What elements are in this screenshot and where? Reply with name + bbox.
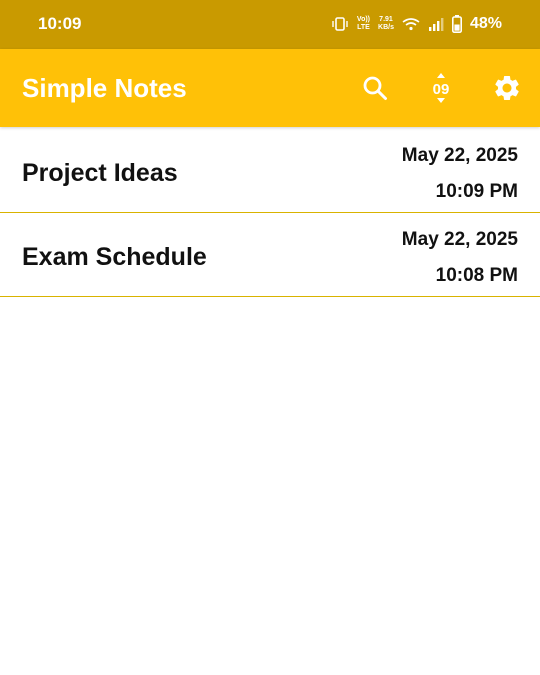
battery-icon (451, 15, 462, 33)
sort-button[interactable]: 09 (424, 71, 458, 105)
sort-badge-text: 09 (433, 81, 450, 98)
note-title: Exam Schedule (22, 243, 207, 271)
list-item[interactable]: Project Ideas May 22, 2025 10:09 PM (0, 129, 540, 213)
status-icons: Vo)) LTE 7.91 KB/s 48% (331, 12, 502, 36)
volte-top-text: Vo)) (356, 16, 371, 23)
note-date: May 22, 2025 (401, 229, 518, 250)
settings-button[interactable] (490, 71, 524, 105)
network-speed: 7.91 KB/s (378, 16, 394, 32)
search-button[interactable] (358, 71, 392, 105)
gear-icon (495, 76, 519, 100)
vibrate-icon (331, 17, 349, 31)
speed-unit: KB/s (378, 24, 394, 31)
speed-value: 7.91 (379, 16, 393, 23)
volte-bottom-text: LTE (357, 24, 370, 31)
battery-percent: 48% (469, 15, 502, 32)
note-time: 10:08 PM (435, 265, 518, 286)
sort-icon: 09 (433, 73, 450, 103)
note-time: 10:09 PM (435, 181, 518, 202)
status-bar: 10:09 Vo)) LTE 7.91 KB/s 48% (0, 0, 540, 49)
wifi-icon (402, 17, 420, 31)
note-title: Project Ideas (22, 159, 178, 187)
volte-icon: Vo)) LTE (357, 16, 370, 32)
app-bar: Simple Notes 09 (0, 49, 540, 127)
note-date: May 22, 2025 (401, 145, 518, 166)
status-time: 10:09 (38, 14, 82, 33)
notes-list: Project Ideas May 22, 2025 10:09 PM Exam… (0, 129, 540, 297)
list-item[interactable]: Exam Schedule May 22, 2025 10:08 PM (0, 213, 540, 297)
signal-icon (428, 17, 444, 31)
app-title: Simple Notes (22, 73, 187, 103)
search-icon (363, 76, 387, 100)
